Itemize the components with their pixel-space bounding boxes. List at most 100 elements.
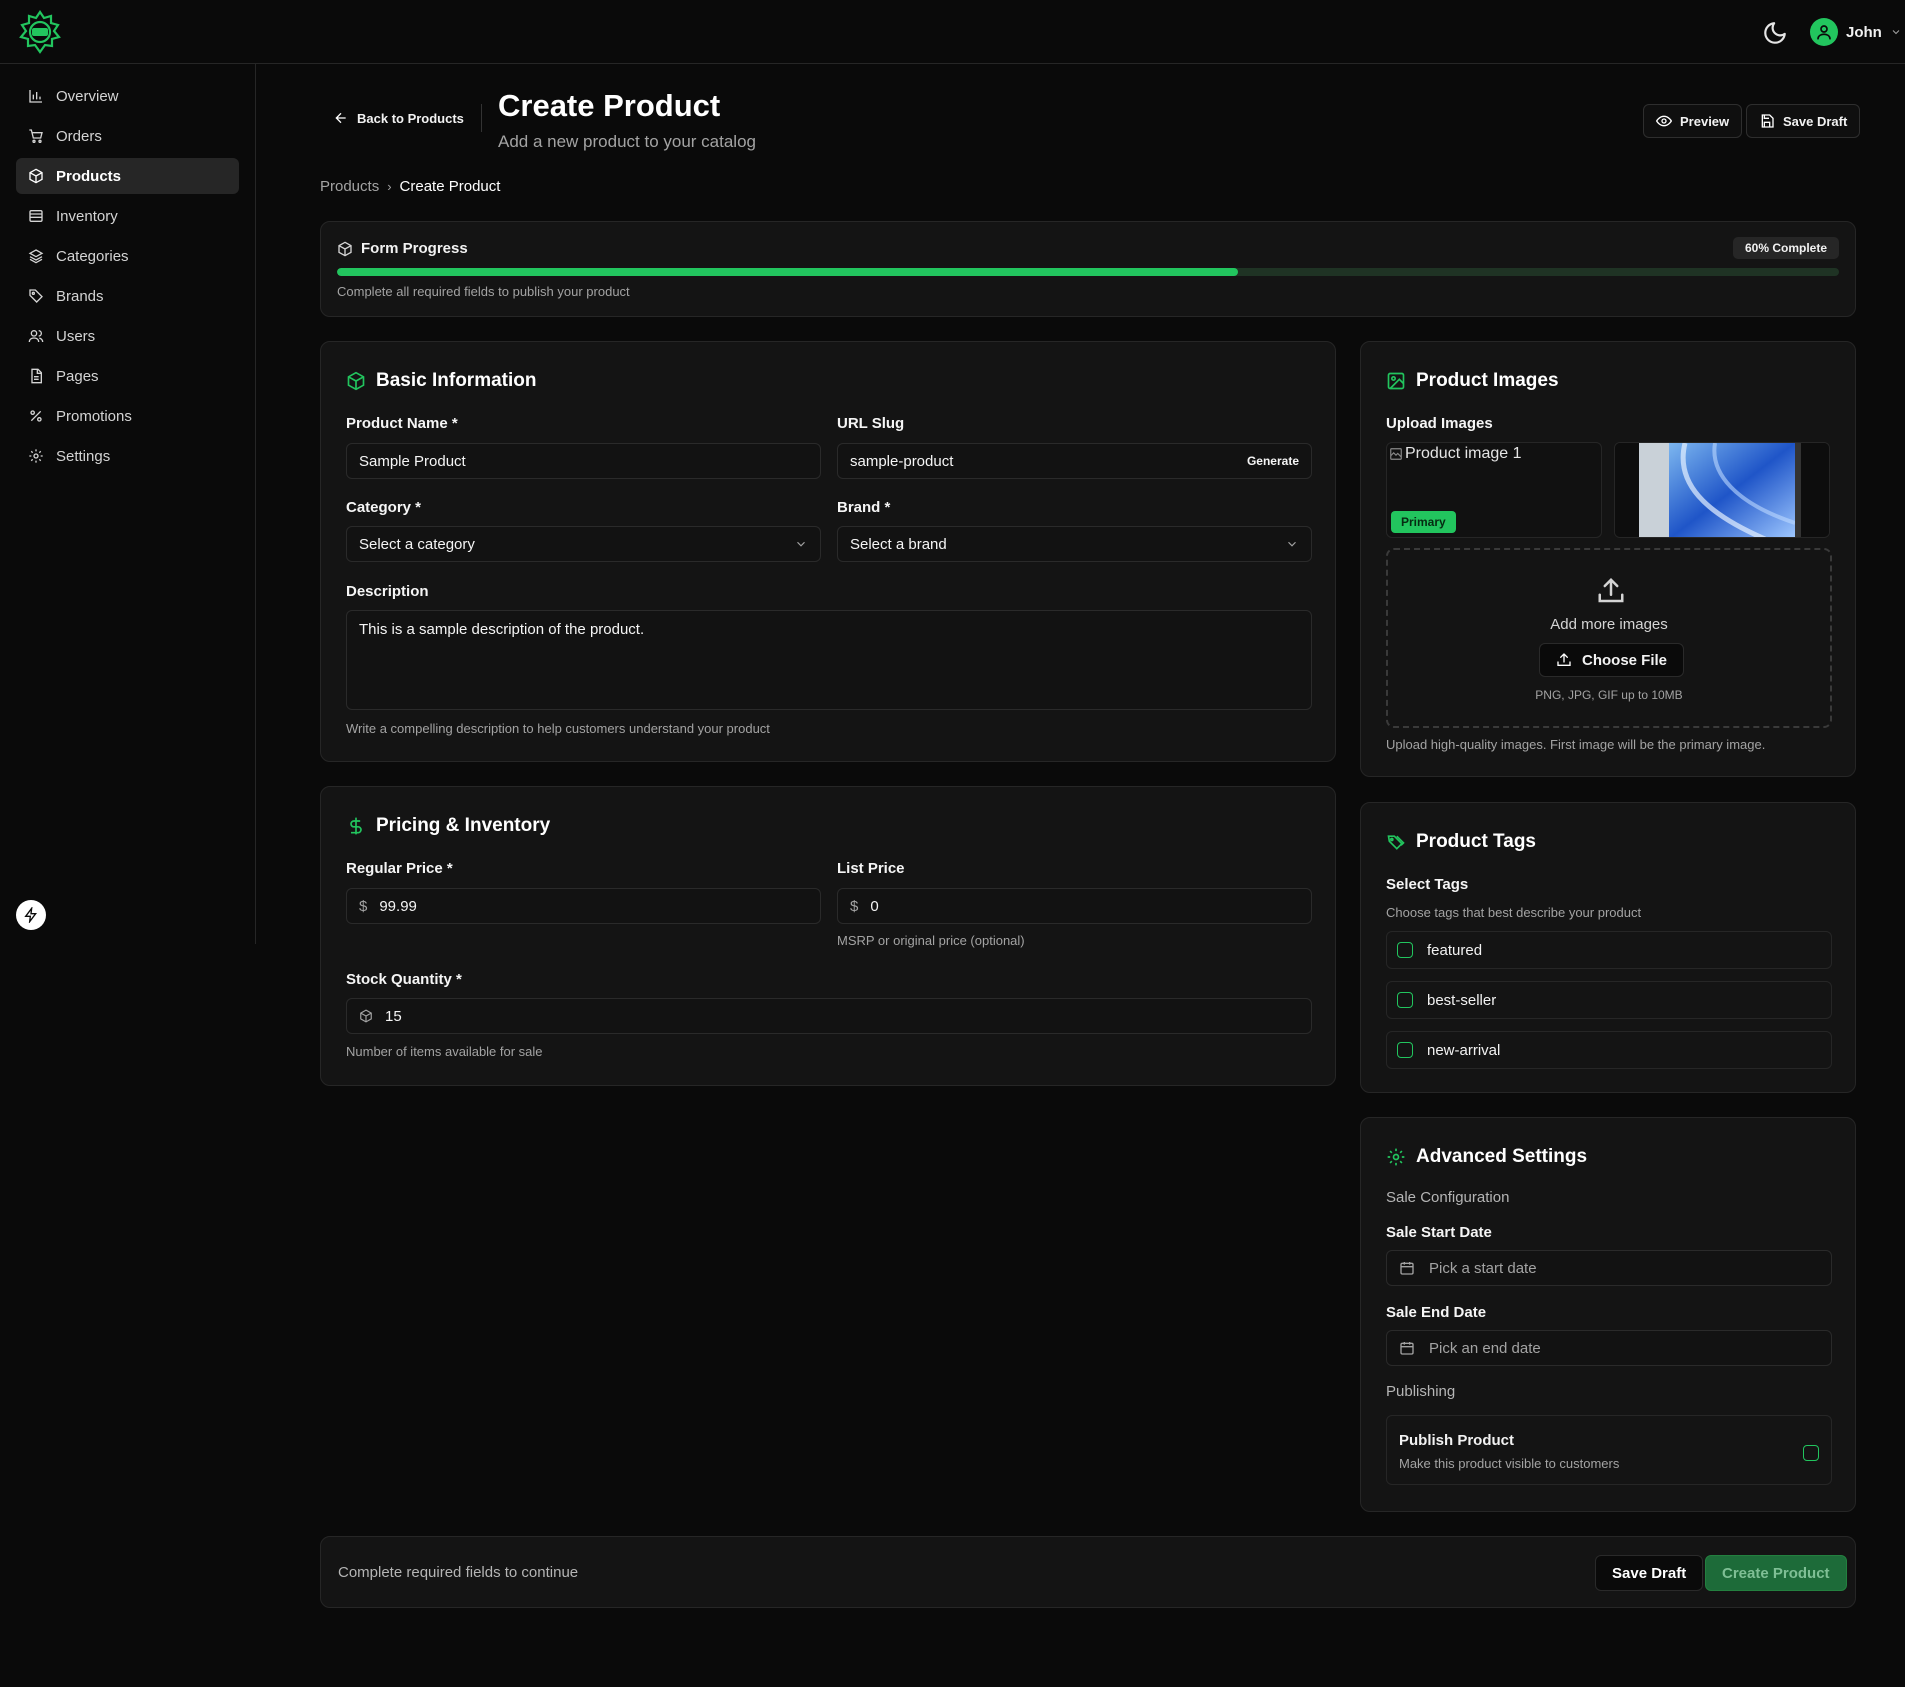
lightning-icon	[24, 907, 37, 923]
advanced-settings-heading: Advanced Settings	[1386, 1146, 1587, 1168]
sidebar-item-pages[interactable]: Pages	[16, 358, 239, 394]
choose-file-label: Choose File	[1582, 651, 1668, 669]
sidebar-item-settings[interactable]: Settings	[16, 438, 239, 474]
product-images-card: Product Images Upload Images Product ima…	[1360, 341, 1856, 777]
pricing-heading: Pricing & Inventory	[346, 815, 550, 837]
layers-icon	[28, 249, 44, 264]
preview-button[interactable]: Preview	[1643, 104, 1743, 138]
top-bar: John	[0, 0, 1905, 64]
tag-option-featured[interactable]: featured	[1386, 931, 1832, 969]
publish-product-description: Make this product visible to customers	[1399, 1456, 1620, 1471]
image-dropzone[interactable]: Add more images Choose File PNG, JPG, GI…	[1386, 548, 1832, 728]
sidebar-item-brands[interactable]: Brands	[16, 278, 239, 314]
back-to-products-link[interactable]: Back to Products	[333, 110, 464, 126]
tag-label: new-arrival	[1427, 1041, 1501, 1059]
user-menu[interactable]: John	[1810, 17, 1902, 47]
sidebar-item-overview[interactable]: Overview	[16, 78, 239, 114]
create-product-button[interactable]: Create Product	[1705, 1555, 1847, 1591]
url-slug-input[interactable]: sample-product Generate	[837, 443, 1312, 479]
breadcrumb-current: Create Product	[399, 178, 501, 195]
product-image-thumbnail	[1615, 443, 1829, 537]
product-name-label: Product Name *	[346, 415, 458, 432]
box-icon	[347, 371, 365, 391]
product-images-heading: Product Images	[1386, 370, 1559, 392]
product-images-title: Product Images	[1416, 370, 1559, 391]
publish-product-title: Publish Product	[1399, 1432, 1515, 1449]
logo[interactable]	[16, 8, 64, 56]
add-more-images-text: Add more images	[1550, 616, 1668, 633]
percent-icon	[30, 410, 42, 422]
sale-end-date-picker[interactable]: Pick an end date	[1386, 1330, 1832, 1366]
cart-icon	[29, 129, 43, 143]
sidebar-item-categories[interactable]: Categories	[16, 238, 239, 274]
product-image-1[interactable]: Product image 1 Primary	[1386, 442, 1602, 538]
save-draft-header-button[interactable]: Save Draft	[1746, 104, 1861, 138]
sidebar-item-label: Overview	[56, 87, 119, 105]
regular-price-value: 99.99	[379, 897, 417, 915]
broken-image-icon	[1390, 448, 1402, 460]
publish-product-checkbox[interactable]	[1803, 1445, 1819, 1461]
primary-badge: Primary	[1391, 511, 1456, 533]
basic-information-heading: Basic Information	[346, 370, 536, 392]
brand-label: Brand *	[837, 499, 891, 516]
tag-option-new-arrival[interactable]: new-arrival	[1386, 1031, 1832, 1069]
back-label: Back to Products	[357, 110, 464, 126]
product-image-2[interactable]	[1614, 442, 1830, 538]
advanced-settings-title: Advanced Settings	[1416, 1146, 1588, 1167]
sidebar-item-orders[interactable]: Orders	[16, 118, 239, 154]
sidebar-item-label: Users	[56, 327, 96, 345]
advanced-settings-card: Advanced Settings Sale Configuration Sal…	[1360, 1117, 1856, 1512]
images-hint: Upload high-quality images. First image …	[1386, 737, 1766, 752]
form-progress-card: Form Progress 60% Complete Complete all …	[320, 221, 1856, 317]
tag-checkbox[interactable]	[1397, 1042, 1413, 1058]
product-tags-card: Product Tags Select Tags Choose tags tha…	[1360, 802, 1856, 1093]
regular-price-input[interactable]: $ 99.99	[346, 888, 821, 924]
url-slug-label: URL Slug	[837, 415, 905, 432]
moon-icon[interactable]	[1762, 20, 1788, 46]
gear-icon	[29, 449, 43, 463]
sale-start-date-picker[interactable]: Pick a start date	[1386, 1250, 1832, 1286]
sidebar-item-products[interactable]: Products	[16, 158, 239, 194]
stock-quantity-input[interactable]: 15	[346, 998, 1312, 1034]
save-icon	[1761, 114, 1774, 128]
preview-label: Preview	[1680, 113, 1730, 129]
lightning-button[interactable]	[16, 900, 46, 930]
description-value: This is a sample description of the prod…	[359, 621, 645, 638]
description-textarea[interactable]: This is a sample description of the prod…	[346, 610, 1312, 710]
product-name-input[interactable]: Sample Product	[346, 443, 821, 479]
sidebar-item-promotions[interactable]: Promotions	[16, 398, 239, 434]
sale-end-date-placeholder: Pick an end date	[1429, 1339, 1541, 1357]
tag-checkbox[interactable]	[1397, 942, 1413, 958]
save-draft-button[interactable]: Save Draft	[1595, 1555, 1704, 1591]
list-price-input[interactable]: $ 0	[837, 888, 1312, 924]
sidebar-item-label: Products	[56, 167, 122, 185]
list-price-label: List Price	[837, 860, 905, 877]
brand-select[interactable]: Select a brand	[837, 526, 1312, 562]
breadcrumb-products-link[interactable]: Products	[320, 178, 379, 195]
user-avatar-icon	[1810, 18, 1838, 46]
choose-file-button[interactable]: Choose File	[1539, 643, 1685, 677]
sale-configuration-heading: Sale Configuration	[1386, 1189, 1510, 1206]
sale-end-date-label: Sale End Date	[1386, 1304, 1487, 1321]
sidebar-item-label: Categories	[56, 247, 129, 265]
basic-information-title: Basic Information	[376, 370, 537, 391]
category-select[interactable]: Select a category	[346, 526, 821, 562]
page-title: Create Product	[498, 88, 721, 123]
sidebar-item-users[interactable]: Users	[16, 318, 239, 354]
generate-slug-button[interactable]: Generate	[1247, 454, 1299, 468]
sidebar-item-inventory[interactable]: Inventory	[16, 198, 239, 234]
publishing-heading: Publishing	[1386, 1383, 1456, 1400]
form-progress-header: Form Progress	[337, 240, 468, 257]
sale-start-date-placeholder: Pick a start date	[1429, 1259, 1537, 1277]
breadcrumb-separator: ›	[387, 179, 392, 194]
progress-bar-fill	[337, 268, 1239, 276]
sidebar-item-label: Promotions	[56, 407, 132, 425]
users-icon	[28, 330, 44, 343]
tag-option-best-seller[interactable]: best-seller	[1386, 981, 1832, 1019]
progress-hint: Complete all required fields to publish …	[337, 284, 630, 299]
tag-checkbox[interactable]	[1397, 992, 1413, 1008]
form-status-text: Complete required fields to continue	[338, 1564, 579, 1581]
currency-symbol: $	[359, 897, 368, 915]
pricing-title: Pricing & Inventory	[376, 815, 551, 836]
file-formats-text: PNG, JPG, GIF up to 10MB	[1535, 688, 1683, 702]
